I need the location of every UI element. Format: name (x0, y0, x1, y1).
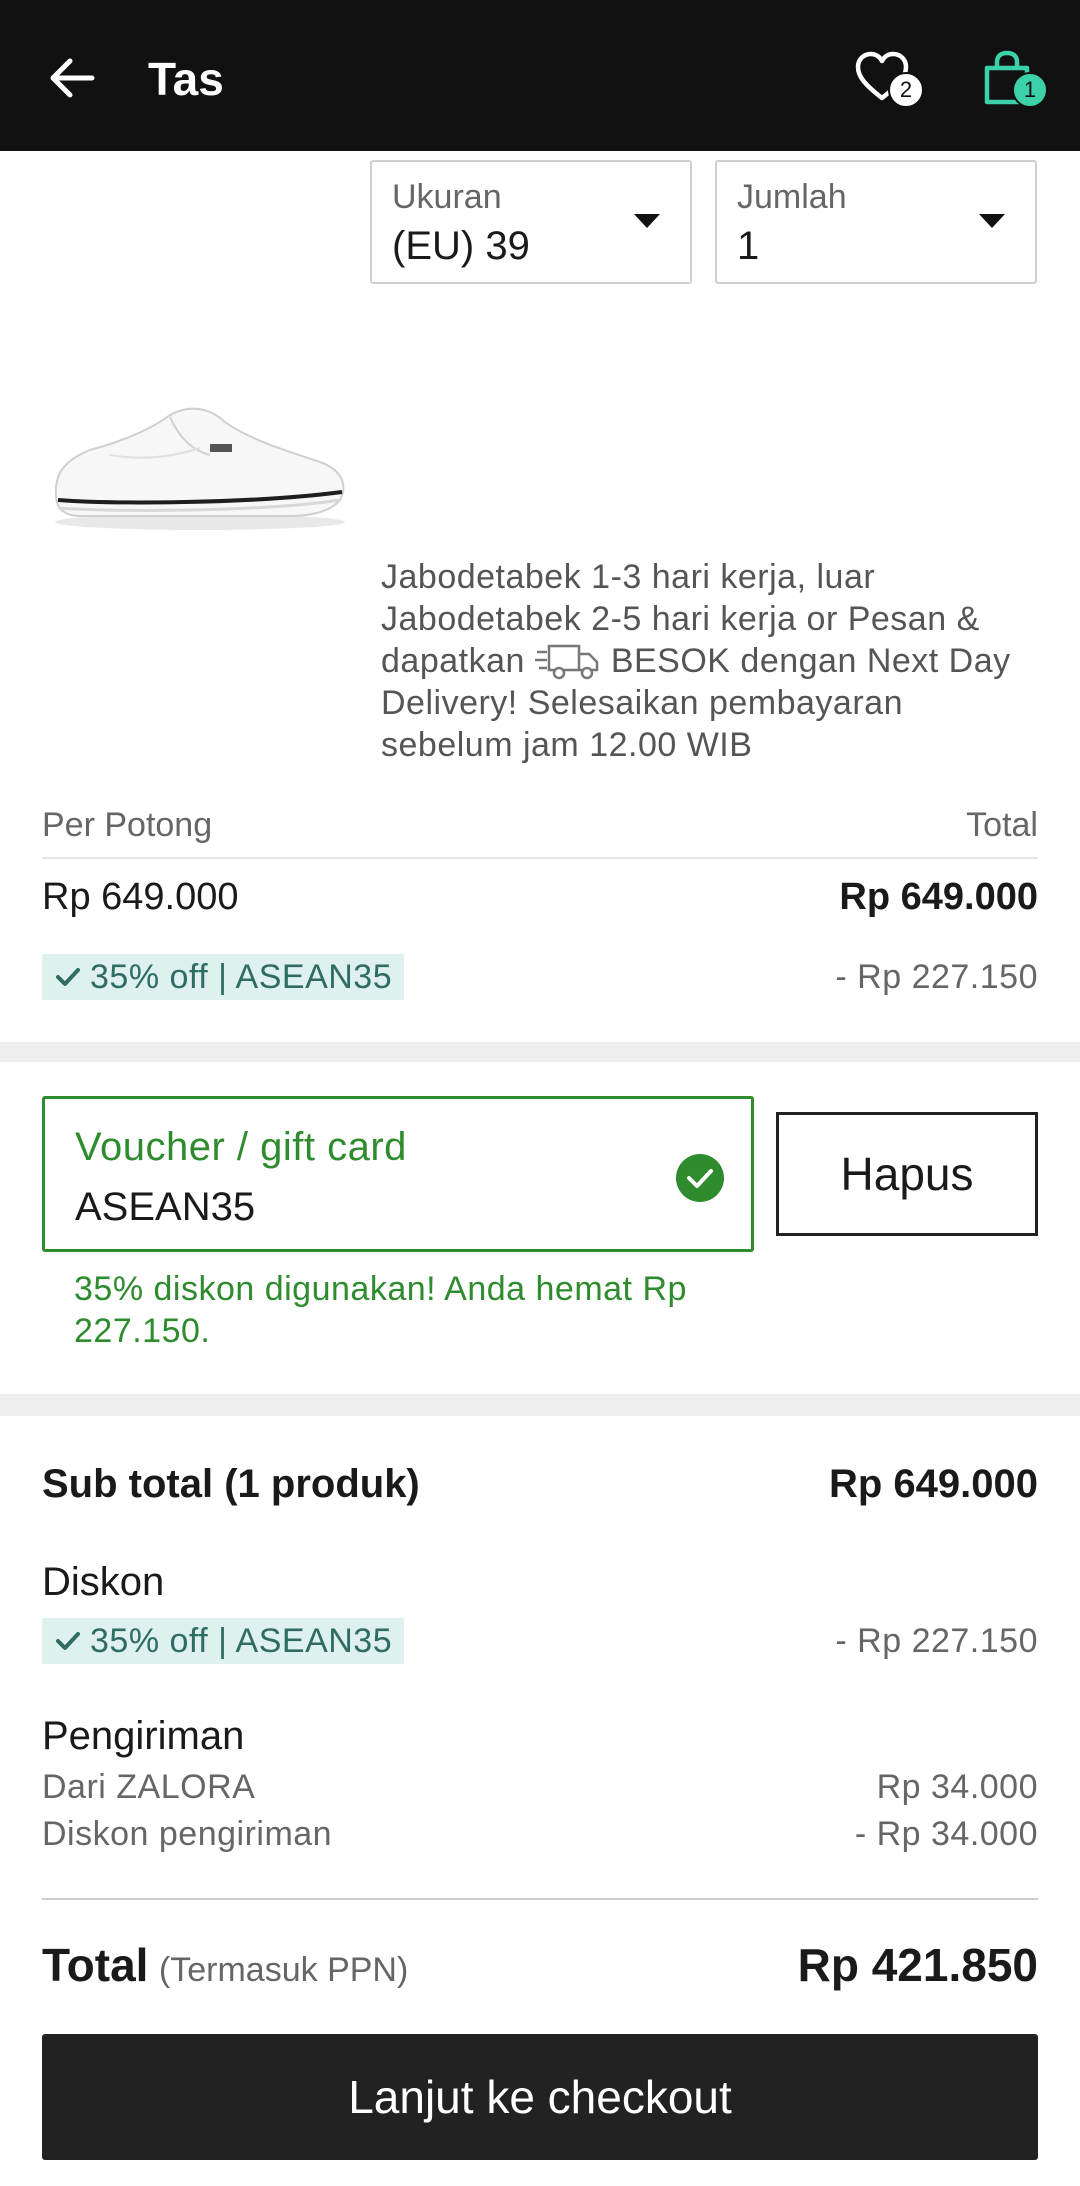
voucher-field[interactable]: Voucher / gift card ASEAN35 (42, 1096, 754, 1252)
check-icon (56, 1632, 80, 1650)
caret-down-icon (979, 214, 1005, 228)
subtotal-label: Sub total (1 produk) (42, 1462, 420, 1506)
total-tax-note: (Termasuk PPN) (158, 1951, 409, 1989)
quantity-select[interactable]: Jumlah 1 (715, 160, 1037, 284)
discount-promo-text: 35% off | ASEAN35 (90, 1621, 393, 1660)
cart-count-badge: 1 (1012, 72, 1048, 108)
total-label: Total (42, 1939, 149, 1991)
shipping-discount-label: Diskon pengiriman (42, 1815, 333, 1853)
item-total-price: Rp 649.000 (839, 876, 1038, 918)
item-discount-value: - Rp 227.150 (835, 958, 1038, 996)
wishlist-button[interactable]: 2 (854, 46, 924, 112)
product-image[interactable] (50, 400, 350, 540)
wishlist-count-badge: 2 (888, 72, 924, 108)
discount-promo-badge: 35% off | ASEAN35 (42, 1618, 405, 1664)
divider (42, 857, 1038, 859)
shipping-discount-value: - Rp 34.000 (854, 1815, 1038, 1853)
remove-voucher-button[interactable]: Hapus (776, 1112, 1038, 1236)
total-column-label: Total (966, 806, 1038, 844)
quantity-select-label: Jumlah (737, 178, 847, 216)
total-row-label: Total (Termasuk PPN) (42, 1938, 408, 1992)
caret-down-icon (634, 214, 660, 228)
per-piece-label: Per Potong (42, 806, 213, 844)
check-icon (56, 968, 80, 986)
divider (42, 1898, 1038, 1900)
voucher-success-message: 35% diskon digunakan! Anda hemat Rp 227.… (74, 1270, 687, 1350)
shipping-from-label: Dari ZALORA (42, 1768, 256, 1806)
shipping-from-value: Rp 34.000 (876, 1768, 1038, 1806)
top-bar: Tas 2 1 (0, 0, 1080, 151)
discount-value: - Rp 227.150 (835, 1622, 1038, 1660)
check-circle-icon (676, 1154, 724, 1202)
page-title: Tas (148, 53, 224, 105)
section-separator (0, 1042, 1080, 1062)
shipping-label: Pengiriman (42, 1714, 245, 1758)
section-separator (0, 1394, 1080, 1416)
promo-badge-text: 35% off | ASEAN35 (90, 957, 393, 996)
quantity-select-value: 1 (737, 224, 760, 268)
size-select[interactable]: Ukuran (EU) 39 (370, 160, 692, 284)
back-arrow-icon[interactable] (42, 48, 102, 108)
voucher-field-value: ASEAN35 (75, 1185, 256, 1229)
delivery-info: Jabodetabek 1-3 hari kerja, luar Jabodet… (381, 556, 1041, 766)
cart-button[interactable]: 1 (982, 46, 1050, 112)
checkout-button[interactable]: Lanjut ke checkout (42, 2034, 1038, 2160)
voucher-field-label: Voucher / gift card (75, 1125, 407, 1169)
delivery-truck-icon (534, 644, 599, 680)
per-piece-price: Rp 649.000 (42, 876, 239, 918)
size-select-value: (EU) 39 (392, 224, 530, 268)
total-value: Rp 421.850 (797, 1939, 1038, 1991)
size-select-label: Ukuran (392, 178, 502, 216)
subtotal-value: Rp 649.000 (828, 1462, 1038, 1506)
discount-label: Diskon (42, 1560, 165, 1604)
promo-badge: 35% off | ASEAN35 (42, 954, 405, 1000)
